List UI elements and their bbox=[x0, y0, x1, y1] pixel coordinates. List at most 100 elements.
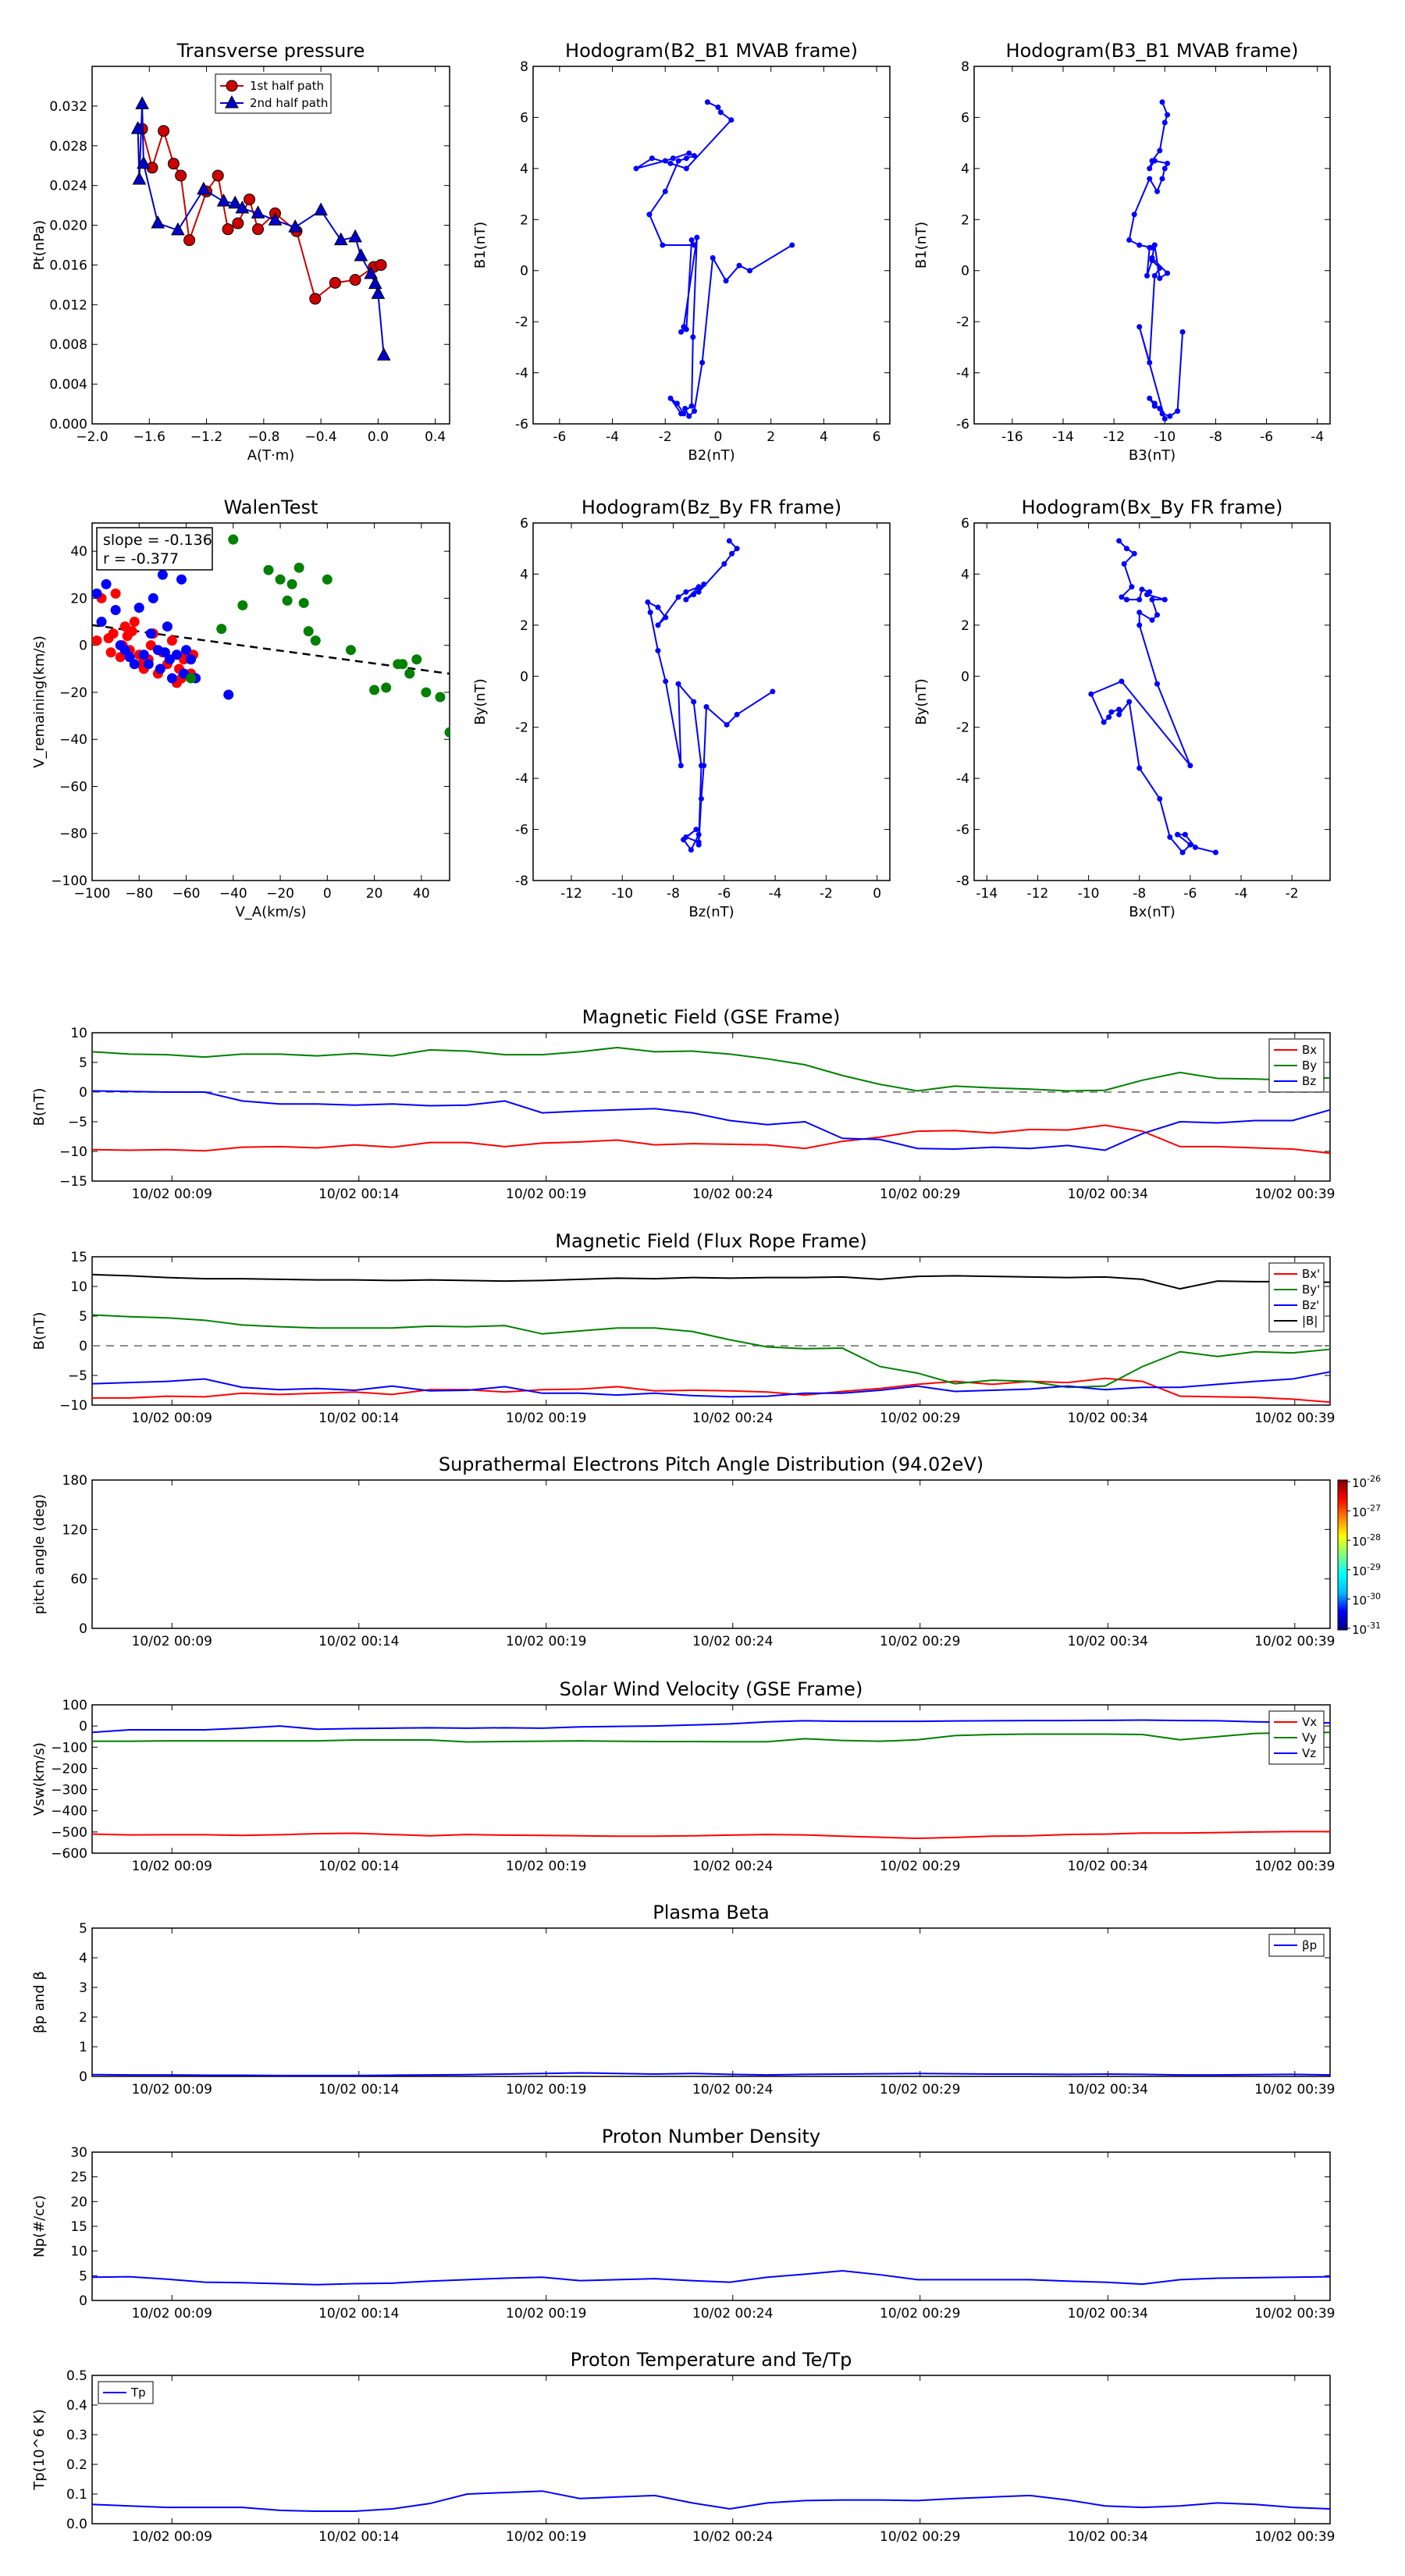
y-tick-label: 30 bbox=[70, 2145, 87, 2161]
chart-title: Suprathermal Electrons Pitch Angle Distr… bbox=[439, 1453, 984, 1475]
data-point bbox=[1182, 831, 1188, 838]
data-point bbox=[145, 628, 156, 639]
data-point bbox=[1129, 584, 1135, 590]
y-axis-label: V_remaining(km/s) bbox=[31, 635, 48, 768]
y-tick-label: 0 bbox=[520, 669, 528, 685]
magnetic-field-gse-chart: Magnetic Field (GSE Frame) −15 −10 −5 0 5 10 B(… bbox=[31, 1006, 1335, 1202]
data-point bbox=[789, 242, 795, 248]
y-axis-label: B(nT) bbox=[31, 1312, 48, 1350]
data-point bbox=[723, 278, 729, 284]
walen-test-chart: WalenTest −100 −80 −60 −40 −20 0 20 40 V_remainin… bbox=[31, 496, 450, 920]
data-point bbox=[1123, 546, 1129, 552]
data-point bbox=[1149, 254, 1155, 261]
y-tick-label: 0.020 bbox=[49, 219, 87, 234]
data-point bbox=[1175, 831, 1181, 838]
data-point bbox=[143, 659, 154, 670]
y-axis-label: Vsw(km/s) bbox=[31, 1742, 48, 1816]
y-tick-label: 10 bbox=[70, 2244, 87, 2260]
chart-title: Hodogram(Bz_By FR frame) bbox=[582, 496, 841, 518]
data-point bbox=[309, 293, 322, 305]
y-tick-label: −20 bbox=[59, 685, 87, 701]
plot-frame bbox=[91, 1032, 1331, 1182]
data-point bbox=[148, 592, 158, 603]
y-tick-label: -4 bbox=[956, 366, 969, 382]
x-tick-label: 10/02 00:14 bbox=[318, 2529, 399, 2545]
x-tick-label: −0.8 bbox=[247, 429, 279, 445]
x-tick-label: 10/02 00:24 bbox=[692, 1411, 773, 1426]
data-point bbox=[1116, 538, 1122, 544]
y-tick-label: 15 bbox=[70, 2219, 87, 2235]
data-point bbox=[1157, 265, 1163, 271]
data-point bbox=[293, 562, 304, 573]
x-tick-label: 10/02 00:29 bbox=[880, 1634, 960, 1649]
y-axis-label: pitch angle (deg) bbox=[31, 1494, 48, 1614]
y-tick-label: -2 bbox=[515, 720, 528, 736]
colorbar-label: 10-28 bbox=[1352, 1532, 1381, 1549]
legend-label: Vx bbox=[1302, 1715, 1317, 1729]
x-tick-label: −60 bbox=[173, 886, 201, 902]
y-tick-label: −500 bbox=[51, 1825, 87, 1841]
y-tick-label: 4 bbox=[961, 162, 969, 177]
y-tick-label: 0 bbox=[961, 669, 969, 685]
x-tick-label: 10/02 00:29 bbox=[880, 2529, 960, 2545]
x-tick-label: -6 bbox=[717, 886, 731, 902]
x-tick-label: 10/02 00:09 bbox=[132, 1411, 212, 1426]
annotation-text: r = -0.377 bbox=[103, 550, 179, 568]
x-tick-label: 10/02 00:24 bbox=[692, 2082, 773, 2097]
data-point bbox=[1151, 272, 1158, 279]
data-point bbox=[275, 574, 286, 585]
colorbar: 10-26 10-27 10-28 10-29 10-30 10-31 bbox=[1337, 1474, 1381, 1637]
data-point bbox=[698, 795, 704, 802]
y-tick-label: 0.0 bbox=[66, 2517, 87, 2532]
data-point bbox=[1179, 849, 1186, 856]
chart-title: Magnetic Field (Flux Rope Frame) bbox=[555, 1230, 866, 1252]
x-tick-label: 10/02 00:39 bbox=[1254, 1411, 1335, 1426]
x-tick-label: -8 bbox=[1209, 429, 1222, 445]
x-tick-label: -2 bbox=[659, 429, 672, 445]
x-tick-label: 10/02 00:14 bbox=[318, 2306, 399, 2322]
y-tick-label: -6 bbox=[956, 417, 969, 432]
transverse-pressure-chart: Transverse pressure0.0000.0040.0080.0120… bbox=[31, 40, 450, 464]
data-point bbox=[1212, 849, 1218, 856]
data-point bbox=[678, 411, 685, 417]
x-tick-label: -14 bbox=[1052, 429, 1074, 445]
y-tick-label: 0.016 bbox=[49, 258, 87, 273]
data-point bbox=[129, 659, 140, 670]
x-tick-label: 10/02 00:24 bbox=[692, 1634, 773, 1649]
y-tick-label: 10 bbox=[70, 1026, 87, 1041]
data-point bbox=[1179, 329, 1186, 335]
data-point bbox=[105, 647, 116, 658]
y-tick-label: 6 bbox=[961, 110, 969, 126]
data-point bbox=[303, 626, 314, 637]
data-point bbox=[1151, 403, 1158, 409]
data-point bbox=[1136, 610, 1143, 615]
data-point bbox=[695, 589, 702, 595]
data-point bbox=[1136, 324, 1143, 330]
data-point bbox=[108, 628, 119, 639]
data-point bbox=[1161, 119, 1168, 126]
y-tick-label: 0.008 bbox=[49, 337, 87, 353]
data-point bbox=[683, 165, 689, 172]
y-tick-label: 6 bbox=[520, 516, 528, 532]
x-tick-label: 2 bbox=[767, 429, 775, 445]
data-point bbox=[381, 682, 392, 693]
data-point bbox=[1149, 617, 1155, 623]
y-tick-label: 20 bbox=[70, 591, 87, 607]
x-tick-label: -8 bbox=[667, 886, 680, 902]
data-point bbox=[1121, 560, 1127, 567]
x-tick-label: 10/02 00:19 bbox=[506, 1634, 586, 1649]
data-point bbox=[729, 550, 735, 557]
x-tick-label: 0.4 bbox=[425, 429, 446, 445]
y-tick-label: 4 bbox=[961, 567, 969, 582]
data-point bbox=[694, 234, 700, 240]
x-tick-label: 10/02 00:24 bbox=[692, 2306, 773, 2322]
y-tick-label: −5 bbox=[68, 1368, 87, 1384]
data-point bbox=[1154, 681, 1161, 687]
legend: Bx ByBz bbox=[1268, 1038, 1325, 1093]
y-tick-label: -4 bbox=[956, 771, 969, 787]
data-point bbox=[1165, 160, 1171, 166]
chart-title: Magnetic Field (GSE Frame) bbox=[582, 1006, 841, 1028]
data-point bbox=[181, 645, 192, 656]
legend-label: By' bbox=[1302, 1283, 1320, 1297]
x-tick-label: 10/02 00:14 bbox=[318, 1859, 399, 1874]
